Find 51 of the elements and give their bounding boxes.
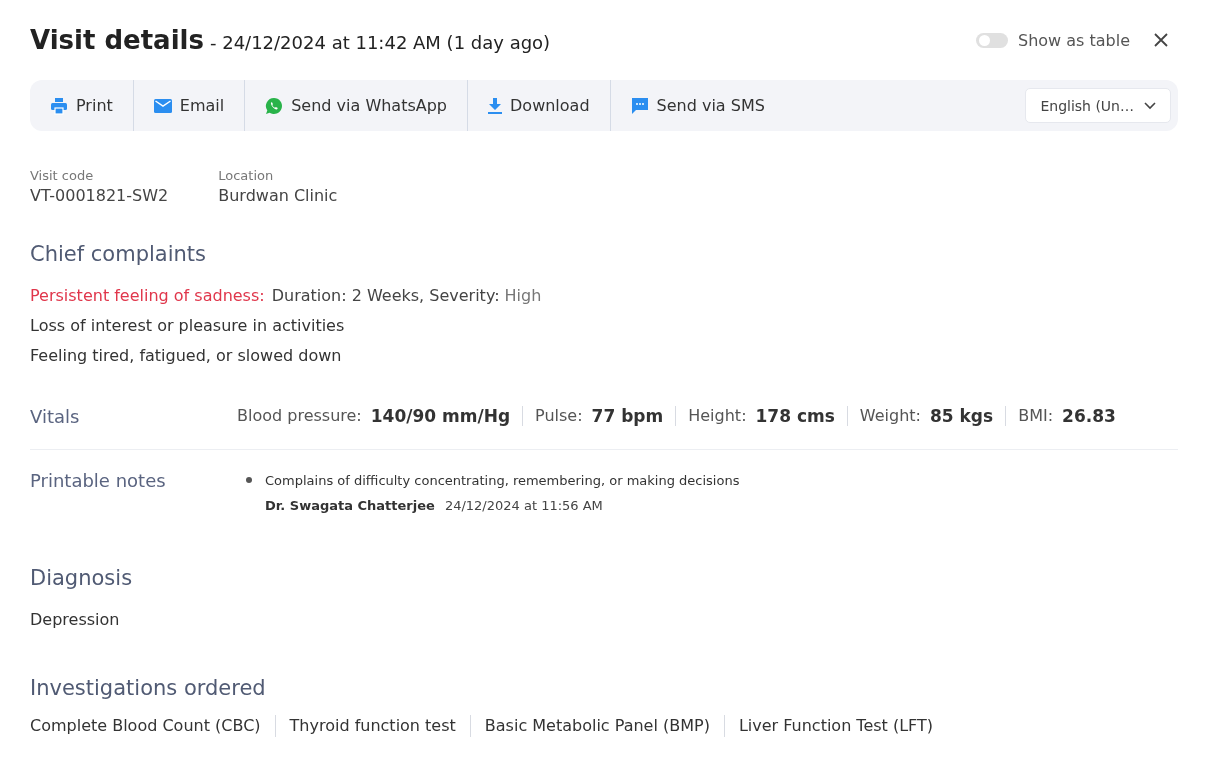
vital-value: 77 bpm: [591, 406, 664, 426]
vital-value: 140/90 mm/Hg: [370, 406, 511, 426]
note-text: Complains of difficulty concentrating, remembering, or making decisions: [265, 472, 740, 490]
sms-button[interactable]: Send via SMS: [610, 80, 785, 131]
field-label: Location: [218, 167, 275, 185]
vital-value: 178 cms: [755, 406, 835, 426]
toggle-switch[interactable]: [976, 32, 1008, 48]
severity-value: High: [504, 285, 542, 307]
download-button[interactable]: Download: [468, 80, 611, 131]
section-label: Printable notes: [30, 471, 167, 493]
section-heading: Diagnosis: [30, 565, 134, 592]
vital-value: 85 kgs: [930, 406, 994, 426]
section-heading: Investigations ordered: [30, 675, 267, 702]
complaint-name: Persistent feeling of sadness:: [30, 285, 265, 307]
section-heading: Chief complaints: [30, 241, 207, 268]
print-button[interactable]: Print: [30, 80, 134, 131]
investigation-text: Complete Blood Count (CBC): [30, 715, 262, 737]
whatsapp-button[interactable]: Send via WhatsApp: [245, 80, 469, 131]
section-label: Vitals: [30, 405, 81, 427]
note-time: 24/12/2024 at 11:56 AM: [444, 497, 603, 515]
note-author: Dr. Swagata Chatterjee: [265, 497, 435, 515]
investigation-text: Basic Metabolic Panel (BMP): [469, 715, 724, 737]
printer-icon: [50, 96, 68, 115]
vital-label: Height:: [688, 406, 747, 426]
toggle-label: Show as table: [1018, 30, 1130, 50]
download-icon: [488, 97, 503, 114]
visit-date: - 24/12/2024 at 11:42 AM (1 day ago): [209, 31, 551, 55]
field-label: Visit code: [30, 167, 95, 185]
chat-bubble-icon: [630, 96, 649, 115]
complaint-name: Loss of interest or pleasure in activities: [30, 315, 345, 337]
envelope-icon: [153, 98, 172, 113]
chevron-down-icon: [1144, 101, 1156, 110]
page-title: Visit details: [30, 24, 204, 57]
vital-label: Blood pressure:: [237, 406, 362, 426]
diagnosis-text: Depression: [30, 609, 120, 631]
chat-phone-icon: [265, 96, 284, 115]
complaint-details: Duration: 2 Weeks, Severity:: [271, 285, 500, 307]
email-button[interactable]: Email: [133, 80, 246, 131]
investigation-text: Liver Function Test (LFT): [723, 715, 948, 737]
field-value: VT-0001821-SW2: [30, 185, 169, 207]
language-dropdown[interactable]: English (Un…: [1025, 88, 1171, 123]
vital-value: 26.83: [1062, 406, 1116, 426]
complaint-name: Feeling tired, fatigued, or slowed down: [30, 345, 342, 367]
field-value: Burdwan Clinic: [218, 185, 338, 207]
vital-label: BMI:: [1018, 406, 1054, 426]
close-button[interactable]: [1152, 31, 1170, 49]
vital-label: Weight:: [859, 406, 921, 426]
investigation-text: Thyroid function test: [274, 715, 470, 737]
bullet-icon: [246, 477, 252, 483]
close-icon: [1153, 32, 1169, 48]
vital-label: Pulse:: [535, 406, 583, 426]
